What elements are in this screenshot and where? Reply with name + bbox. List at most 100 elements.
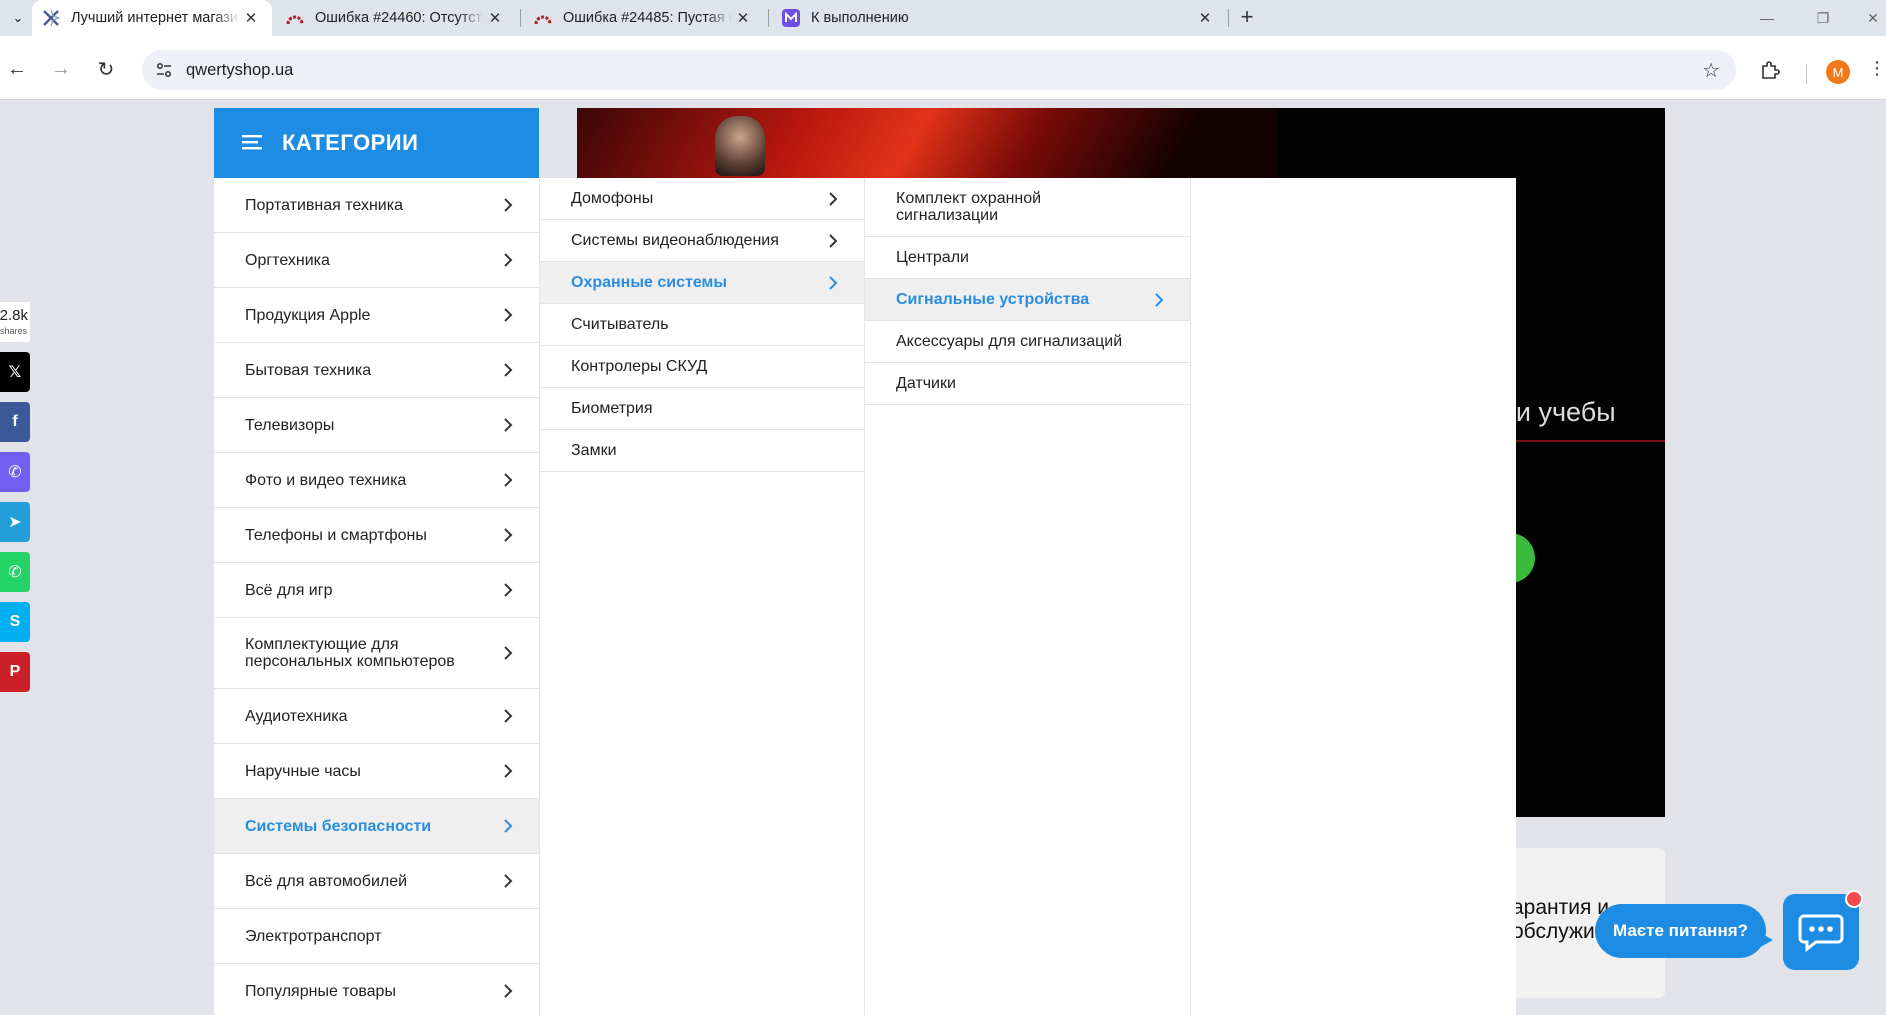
submenu2-item[interactable]: Сигнальные устройства [865,279,1190,321]
category-item-label: Аудиотехника [245,707,348,725]
submenu-empty-panel [1190,178,1516,1015]
url-text: qwertyshop.ua [186,61,294,79]
category-item-label: Фото и видео техника [245,471,407,489]
redmine-favicon-icon [534,9,552,27]
submenu2-item[interactable]: Централи [865,237,1190,279]
restore-icon[interactable]: ❐ [1796,0,1850,36]
chevron-right-icon [499,361,517,379]
tab-separator [520,9,521,27]
category-item[interactable]: Аудиотехника [214,689,539,744]
submenu1-item-label: Системы видеонаблюдения [571,232,779,249]
chat-notification-dot [1845,890,1863,908]
share-pinterest-button[interactable]: P [0,652,30,692]
tab-search-chevron-icon[interactable]: ⌄ [6,6,30,30]
tab-close-icon[interactable]: ✕ [240,7,262,29]
chevron-right-icon [499,306,517,324]
browser-toolbar: ← → ↻ qwertyshop.ua ☆ M ⋮ [0,36,1886,100]
share-count: 2.8k shares [0,302,30,342]
share-facebook-button[interactable]: f [0,402,30,442]
address-bar[interactable]: qwertyshop.ua ☆ [142,50,1736,90]
facebook-icon: f [12,413,18,430]
submenu1-item-label: Контролеры СКУД [571,358,708,375]
back-arrow-icon[interactable]: ← [2,54,32,84]
share-count-number: 2.8k [0,307,28,324]
category-item[interactable]: Комплектующие для персональных компьютер… [214,618,539,689]
share-whatsapp-button[interactable]: ✆ [0,552,30,592]
category-item[interactable]: Оргтехника [214,233,539,288]
category-item[interactable]: Продукция Apple [214,288,539,343]
tab-error-24485[interactable]: Ошибка #24485: Пустая вкладка ✕ [524,0,764,36]
submenu1-item[interactable]: Домофоны [540,178,864,220]
category-item-label: Телефоны и смартфоны [245,526,427,544]
category-menu: Портативная техника Оргтехника Продукция A… [214,178,539,1015]
tab-title: К выполнению [811,10,909,26]
submenu1-item-label: Замки [571,442,617,459]
bookmark-star-icon[interactable]: ☆ [1702,58,1720,83]
tab-close-icon[interactable]: ✕ [1194,7,1216,29]
category-item[interactable]: Всё для игр [214,563,539,618]
reload-icon[interactable]: ↻ [91,54,121,84]
submenu1-item[interactable]: Системы видеонаблюдения [540,220,864,262]
chat-icon [1798,914,1844,952]
submenu1-item[interactable]: Замки [540,430,864,472]
pinterest-icon: P [9,663,21,680]
submenu1-item[interactable]: Считыватель [540,304,864,346]
category-item[interactable]: Наручные часы [214,744,539,799]
hamburger-menu-icon [242,132,264,154]
chat-prompt-bubble[interactable]: Маєте питання? [1595,904,1766,958]
category-item[interactable]: Бытовая техника [214,343,539,398]
menu-kebab-icon[interactable]: ⋮ [1868,58,1886,79]
category-item[interactable]: Портативная техника [214,178,539,233]
new-tab-button[interactable]: + [1234,6,1260,30]
tab-close-icon[interactable]: ✕ [484,7,506,29]
share-viber-button[interactable]: ✆ [0,452,30,492]
tab-error-24460[interactable]: Ошибка #24460: Отсутствуют ссылки ✕ [276,0,516,36]
extensions-puzzle-icon[interactable] [1758,58,1782,82]
minimize-icon[interactable]: — [1740,0,1794,36]
tab-qwertyshop[interactable]: Лучший интернет магазин в Cумах ✕ [32,0,272,36]
banner-character-image [715,116,765,176]
submenu1-item[interactable]: Контролеры СКУД [540,346,864,388]
chevron-right-icon [499,196,517,214]
category-item[interactable]: Системы безопасности [214,799,539,854]
submenu-security: Домофоны Системы видеонаблюдения Охранные … [539,178,864,1015]
x-icon: 𝕏 [8,364,22,381]
submenu1-item[interactable]: Биометрия [540,388,864,430]
category-item-label: Системы безопасности [245,817,432,835]
category-item[interactable]: Популярные товары [214,964,539,1015]
categories-header[interactable]: КАТЕГОРИИ [214,108,539,178]
tab-separator [1228,9,1229,27]
share-skype-button[interactable]: S [0,602,30,642]
category-item-label: Комплектующие для персональных компьютер… [245,636,455,670]
category-item[interactable]: Телевизоры [214,398,539,453]
category-item[interactable]: Всё для автомобилей [214,854,539,909]
forward-arrow-icon[interactable]: → [46,54,76,84]
category-item-label: Наручные часы [245,762,361,780]
category-item[interactable]: Телефоны и смартфоны [214,508,539,563]
chevron-right-icon [499,526,517,544]
skype-icon: S [9,613,21,630]
close-window-icon[interactable]: ✕ [1846,0,1886,36]
chevron-right-icon [1150,291,1168,309]
share-telegram-button[interactable]: ➤ [0,502,30,542]
submenu2-item[interactable]: Комплект охранной сигнализации [865,178,1190,237]
tab-strip: ⌄ Лучший интернет магазин в Cумах ✕ Ошиб… [0,0,1886,36]
qwertyshop-favicon-icon [42,9,60,27]
chevron-right-icon [824,274,842,292]
chevron-right-icon [499,707,517,725]
submenu1-item[interactable]: Охранные системы [540,262,864,304]
profile-avatar[interactable]: M [1826,60,1850,84]
toolbar-separator [1806,64,1807,84]
site-settings-icon[interactable] [150,56,178,84]
category-item[interactable]: Фото и видео техника [214,453,539,508]
category-item[interactable]: Электротранспорт [214,909,539,964]
submenu2-item-label: Сигнальные устройства [896,291,1090,308]
submenu2-item[interactable]: Датчики [865,363,1190,405]
submenu2-item[interactable]: Аксессуары для сигнализаций [865,321,1190,363]
tab-in-progress[interactable]: К выполнению ✕ [772,0,1226,36]
category-item-label: Электротранспорт [245,927,382,945]
submenu2-item-label: Датчики [896,375,956,392]
submenu2-item-label: Комплект охранной сигнализации [896,190,1042,224]
share-x-button[interactable]: 𝕏 [0,352,30,392]
tab-close-icon[interactable]: ✕ [732,7,754,29]
